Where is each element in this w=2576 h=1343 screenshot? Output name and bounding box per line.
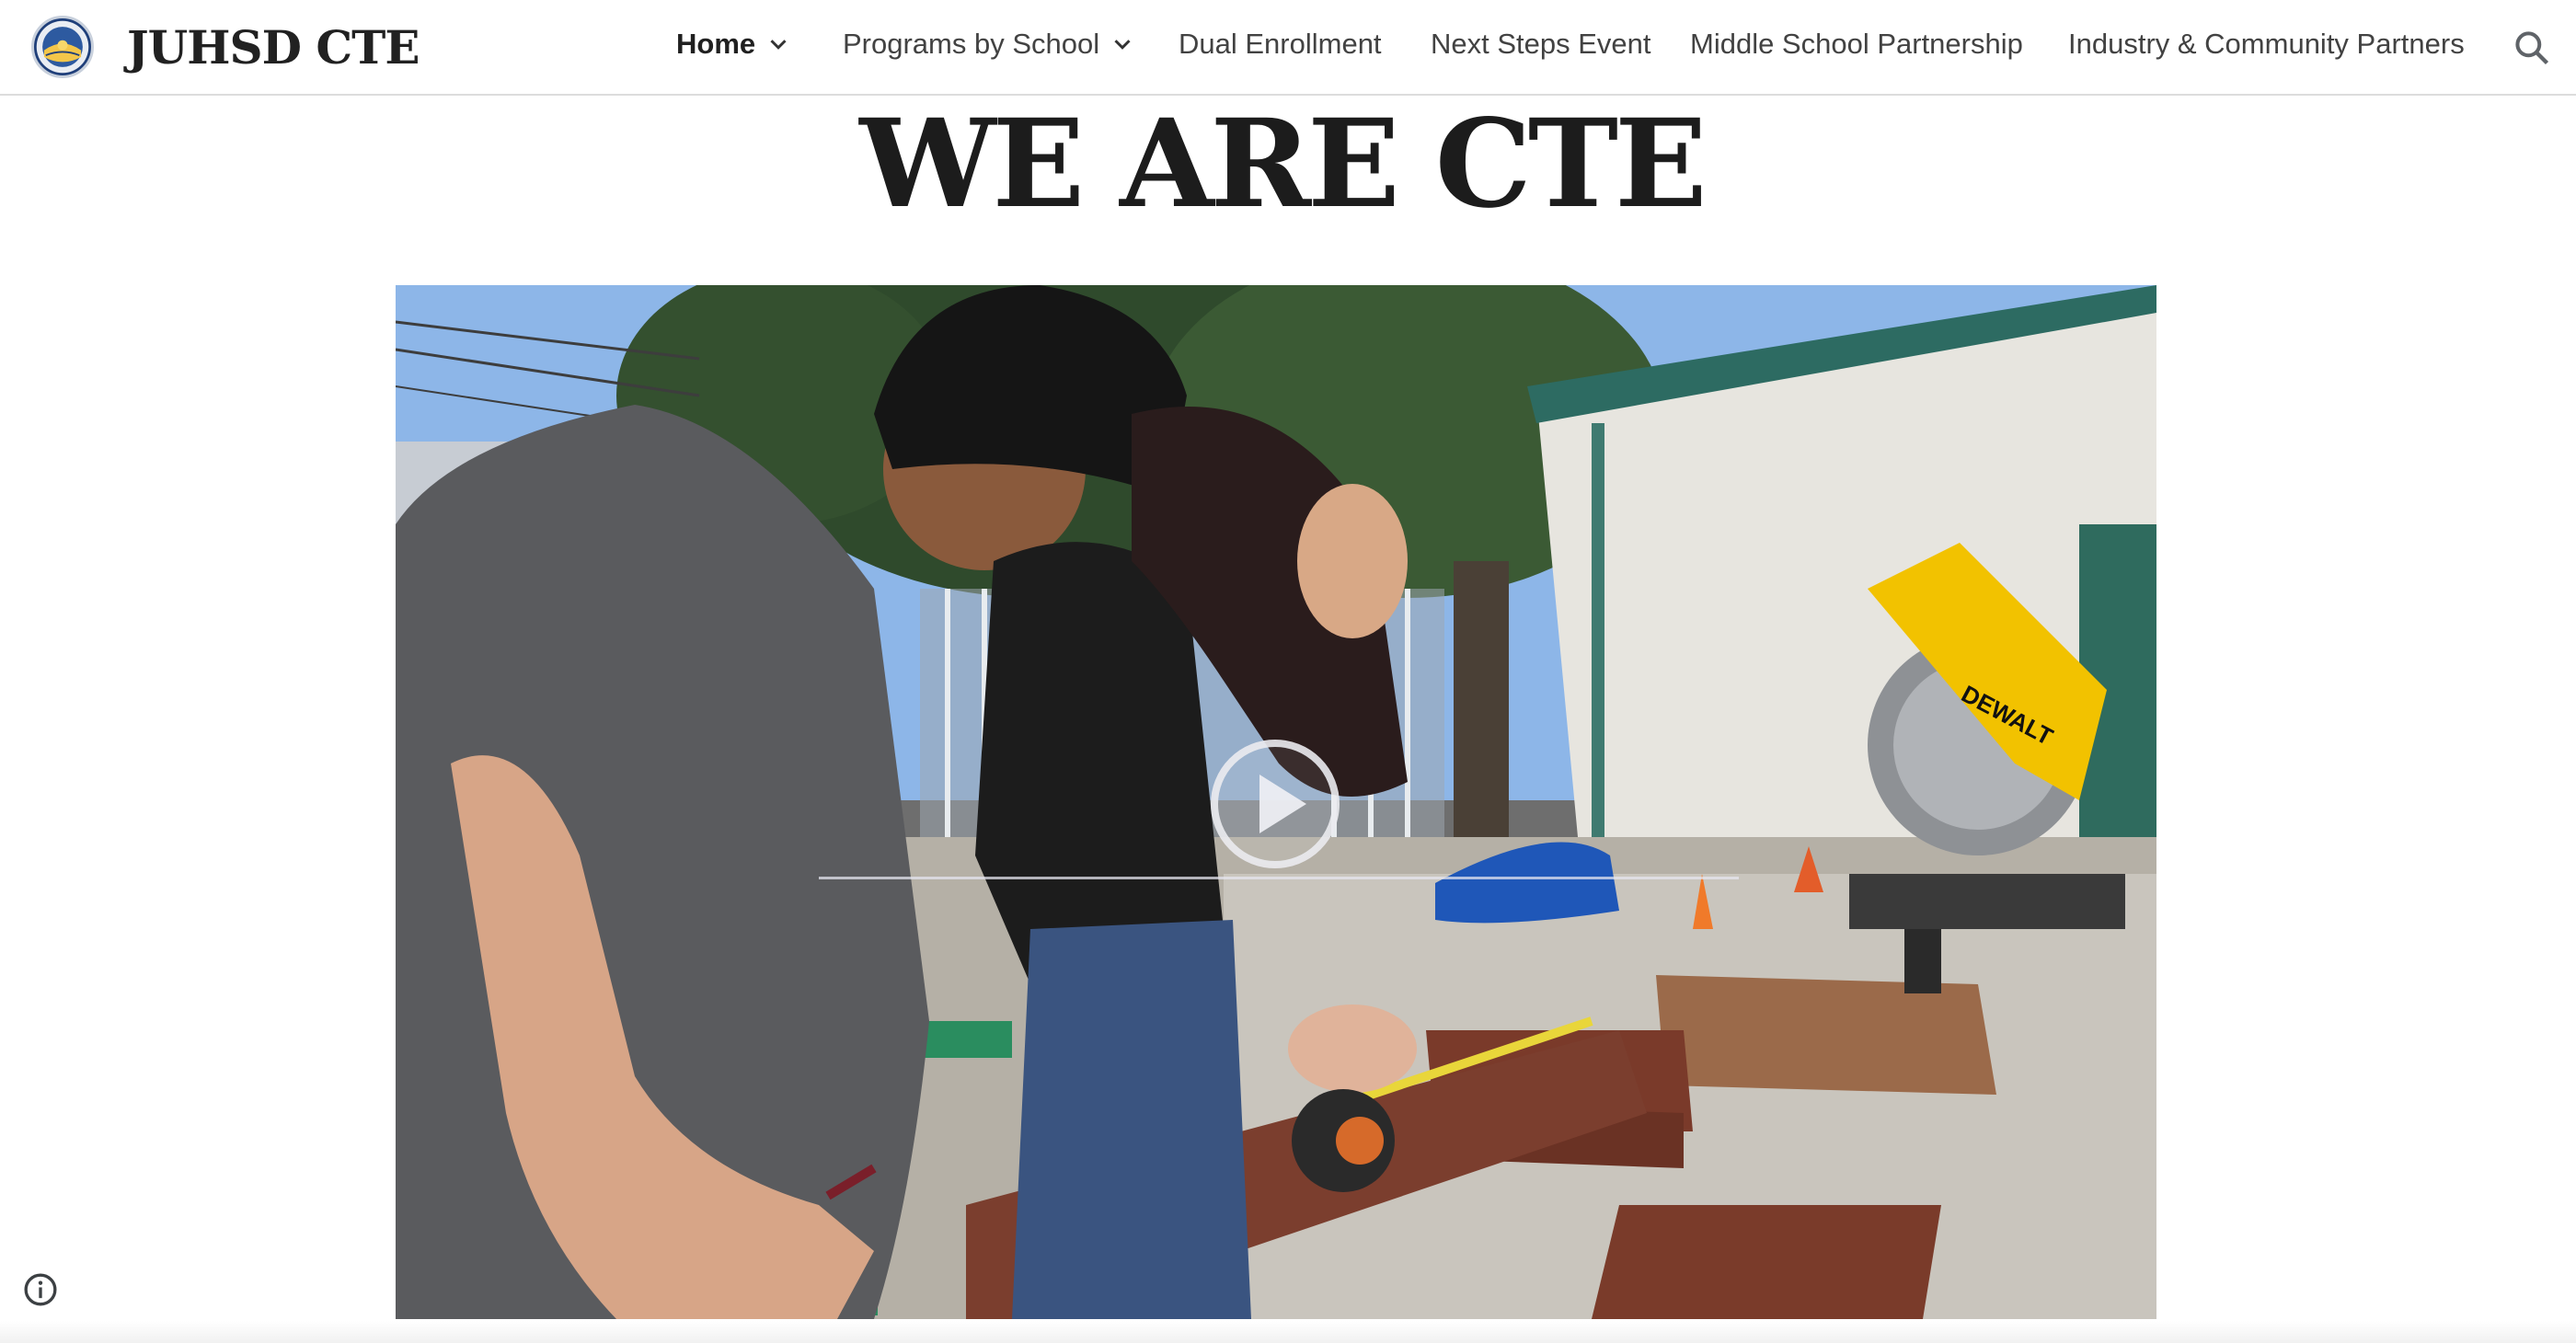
nav-item-next-steps-event[interactable]: Next Steps Event bbox=[1431, 28, 1651, 61]
nav-item-label: Programs by School bbox=[843, 28, 1100, 60]
chevron-down-icon[interactable] bbox=[1109, 30, 1136, 58]
site-header: JUHSD CTE Home Programs by School Dual E… bbox=[0, 0, 2576, 96]
video-progress-line bbox=[819, 877, 1739, 879]
search-icon[interactable] bbox=[2512, 28, 2552, 68]
seal-icon bbox=[36, 20, 89, 74]
nav-item-label: Home bbox=[676, 28, 756, 60]
page-bottom-shade bbox=[0, 1321, 2576, 1343]
nav-item-label: Middle School Partnership bbox=[1690, 28, 2023, 60]
nav-item-industry-community-partners[interactable]: Industry & Community Partners bbox=[2068, 28, 2465, 61]
play-icon[interactable] bbox=[1209, 738, 1341, 870]
nav-item-home[interactable]: Home bbox=[676, 28, 792, 61]
chevron-down-icon[interactable] bbox=[765, 30, 792, 58]
nav-item-dual-enrollment[interactable]: Dual Enrollment bbox=[1179, 28, 1382, 61]
nav-item-label: Dual Enrollment bbox=[1179, 28, 1382, 60]
site-title[interactable]: JUHSD CTE bbox=[127, 20, 420, 75]
nav-item-programs-by-school[interactable]: Programs by School bbox=[843, 28, 1136, 61]
nav-item-middle-school-partnership[interactable]: Middle School Partnership bbox=[1690, 28, 2023, 61]
video-player[interactable]: DEWALT bbox=[396, 285, 2156, 1319]
nav-item-label: Next Steps Event bbox=[1431, 28, 1651, 60]
page-title: WE ARE CTE bbox=[859, 93, 1707, 235]
district-seal-logo[interactable] bbox=[31, 16, 94, 78]
info-icon[interactable] bbox=[22, 1271, 59, 1308]
nav-item-label: Industry & Community Partners bbox=[2068, 28, 2465, 60]
